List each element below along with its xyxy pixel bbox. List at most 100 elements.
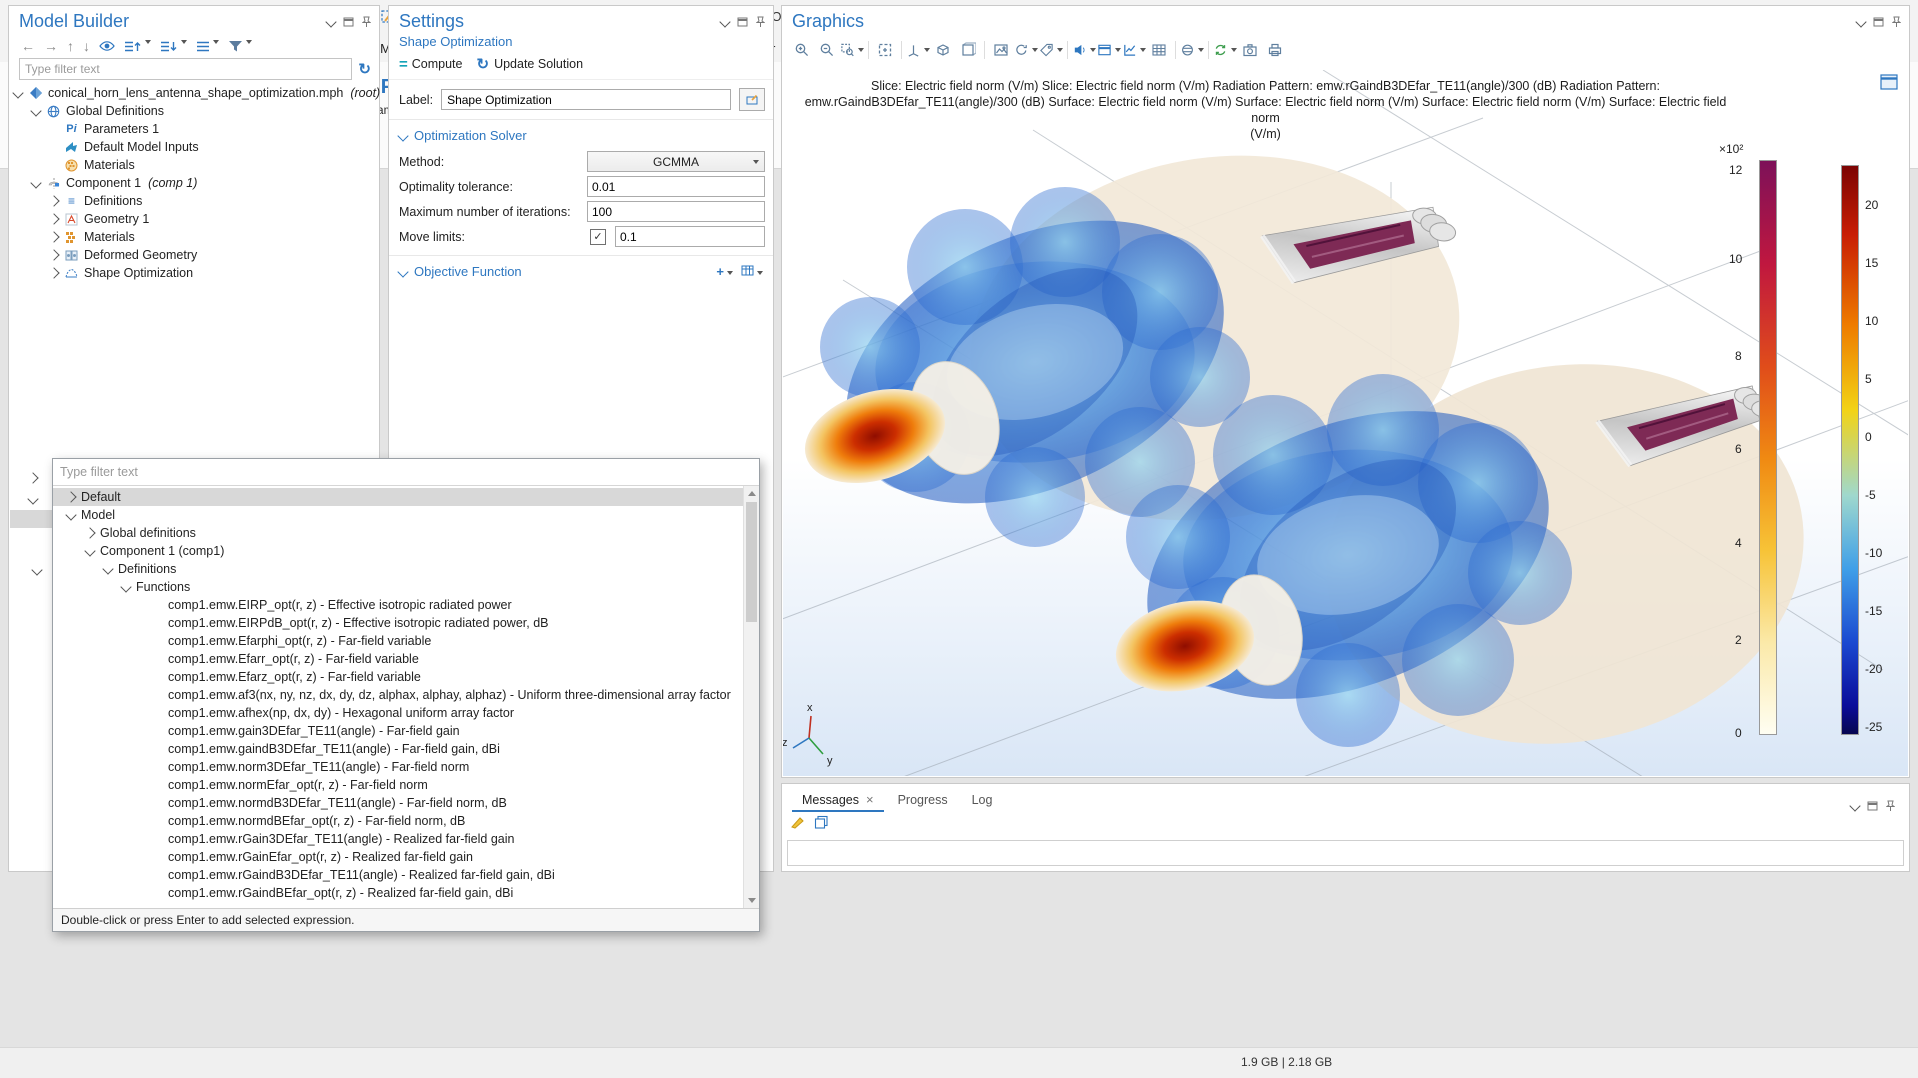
window-select-button[interactable] (1097, 38, 1121, 62)
function-item[interactable]: comp1.emw.Efarz_opt(r, z) - Far-field va… (53, 668, 759, 686)
function-item[interactable]: comp1.emw.normdBEfar_opt(r, z) - Far-fie… (53, 812, 759, 830)
function-item[interactable]: comp1.emw.normdB3DEfar_TE11(angle) - Far… (53, 794, 759, 812)
panel-pin-icon[interactable] (362, 16, 371, 28)
plot-quick-settings-icon[interactable] (1880, 74, 1898, 93)
move-limits-checkbox[interactable]: ✓ (590, 229, 606, 245)
expression-group-global-definitions[interactable]: Global definitions (53, 524, 759, 542)
section-objective-function[interactable]: Objective Function + (389, 255, 773, 285)
rotate-view-button[interactable] (1014, 38, 1038, 62)
function-item[interactable]: comp1.emw.Efarr_opt(r, z) - Far-field va… (53, 650, 759, 668)
function-item[interactable]: comp1.emw.af3(nx, ny, nz, dx, dy, dz, al… (53, 686, 759, 704)
function-item[interactable]: comp1.emw.normEfar_opt(r, z) - Far-field… (53, 776, 759, 794)
hidden-tree-expander[interactable] (27, 472, 38, 483)
tree-item-definitions[interactable]: ≡Definitions (9, 192, 379, 210)
zoom-box-button[interactable] (840, 38, 864, 62)
hidden-tree-expander[interactable] (31, 564, 42, 575)
tree-item-shape-optimization[interactable]: Shape Optimization (9, 264, 379, 282)
selection-mode-button[interactable] (1072, 38, 1096, 62)
tab-messages[interactable]: Messages× (792, 788, 884, 812)
settings-compute-button[interactable]: =Compute (399, 56, 463, 73)
messages-content[interactable] (787, 840, 1904, 866)
function-item[interactable]: comp1.emw.EIRPdB_opt(r, z) - Effective i… (53, 614, 759, 632)
close-icon[interactable]: × (866, 792, 874, 807)
panel-pin-icon[interactable] (756, 16, 765, 28)
model-builder-filter-input[interactable] (19, 58, 352, 80)
panel-collapse-icon[interactable] (325, 16, 336, 27)
expression-group-model[interactable]: Model (53, 506, 759, 524)
section-optimization-solver[interactable]: Optimization Solver (389, 120, 773, 149)
environment-button[interactable] (1180, 38, 1204, 62)
sync-view-button[interactable] (1213, 38, 1237, 62)
add-objective-icon[interactable]: + (716, 264, 733, 279)
move-down-button[interactable]: ↓ (83, 38, 90, 54)
function-item[interactable]: comp1.emw.rGain3DEfar_TE11(angle) - Real… (53, 830, 759, 848)
tree-item-deformed-geometry[interactable]: Deformed Geometry (9, 246, 379, 264)
back-button[interactable]: ← (21, 38, 35, 54)
tree-item-default-model-inputs[interactable]: Default Model Inputs (9, 138, 379, 156)
node-view-icon[interactable] (196, 40, 219, 53)
expression-group-default[interactable]: Default (53, 488, 759, 506)
panel-collapse-icon[interactable] (1855, 16, 1866, 27)
panel-collapse-icon[interactable] (1849, 800, 1860, 811)
default-view-button[interactable] (931, 38, 955, 62)
move-up-button[interactable]: ↑ (67, 38, 74, 54)
tree-item-global-definitions[interactable]: Global Definitions (9, 102, 379, 120)
panel-pin-icon[interactable] (1886, 800, 1895, 812)
function-item[interactable]: comp1.emw.gain3DEfar_TE11(angle) - Far-f… (53, 722, 759, 740)
panel-float-icon[interactable] (737, 17, 748, 27)
table-button[interactable] (1147, 38, 1171, 62)
rename-icon[interactable] (739, 88, 765, 111)
function-item[interactable]: comp1.emw.norm3DEfar_TE11(angle) - Far-f… (53, 758, 759, 776)
panel-float-icon[interactable] (1873, 17, 1884, 27)
function-item[interactable]: comp1.emw.rGainEfar_opt(r, z) - Realized… (53, 848, 759, 866)
view-orientation-button[interactable] (906, 38, 930, 62)
update-solution-button[interactable]: ↻Update Solution (477, 55, 584, 73)
zoom-in-button[interactable] (790, 38, 814, 62)
tree-item-geometry1[interactable]: Geometry 1 (9, 210, 379, 228)
graphics-viewport[interactable]: Slice: Electric field norm (V/m) Slice: … (783, 70, 1908, 776)
expression-group-component1[interactable]: Component 1 (comp1) (53, 542, 759, 560)
print-button[interactable] (1263, 38, 1287, 62)
clear-messages-icon[interactable] (790, 815, 806, 832)
show-icon[interactable] (99, 40, 115, 52)
tab-progress[interactable]: Progress (888, 789, 958, 812)
panel-float-icon[interactable] (343, 17, 354, 27)
popup-scrollbar[interactable] (743, 486, 759, 908)
tree-item-parameters[interactable]: PiParameters 1 (9, 120, 379, 138)
camera-button[interactable] (1238, 38, 1262, 62)
copy-messages-icon[interactable] (814, 815, 829, 832)
tab-log[interactable]: Log (962, 789, 1003, 812)
label-input[interactable] (441, 89, 731, 110)
expression-filter-input[interactable] (53, 459, 759, 485)
tree-item-materials-comp[interactable]: Materials (9, 228, 379, 246)
function-item[interactable]: comp1.emw.Efarphi_opt(r, z) - Far-field … (53, 632, 759, 650)
tree-item-root[interactable]: conical_horn_lens_antenna_shape_optimiza… (9, 84, 379, 102)
expression-group-definitions[interactable]: Definitions (53, 560, 759, 578)
function-item[interactable]: comp1.emw.gaindB3DEfar_TE11(angle) - Far… (53, 740, 759, 758)
filter-icon[interactable] (228, 40, 252, 53)
image-snapshot-button[interactable] (989, 38, 1013, 62)
max-iterations-input[interactable] (587, 201, 765, 222)
function-item[interactable]: comp1.emw.rGaindBEfar_opt(r, z) - Realiz… (53, 884, 759, 902)
hidden-tree-expander[interactable] (27, 493, 38, 504)
refresh-icon[interactable]: ↻ (358, 60, 371, 78)
panel-pin-icon[interactable] (1892, 16, 1901, 28)
function-item[interactable]: comp1.emw.rGaindB3DEfar_TE11(angle) - Re… (53, 866, 759, 884)
collapse-all-icon[interactable] (124, 40, 151, 53)
optimality-tolerance-input[interactable] (587, 176, 765, 197)
forward-button[interactable]: → (44, 38, 58, 54)
expand-all-icon[interactable] (160, 40, 187, 53)
method-dropdown[interactable]: GCMMA (587, 151, 765, 172)
function-item[interactable]: comp1.emw.EIRP_opt(r, z) - Effective iso… (53, 596, 759, 614)
scene-labels-button[interactable] (1039, 38, 1063, 62)
orthographic-view-button[interactable] (956, 38, 980, 62)
tree-item-component1[interactable]: Component 1(comp 1) (9, 174, 379, 192)
load-objective-icon[interactable] (741, 264, 763, 279)
panel-float-icon[interactable] (1867, 801, 1878, 811)
zoom-out-button[interactable] (815, 38, 839, 62)
move-limits-input[interactable] (615, 226, 765, 247)
zoom-extents-button[interactable] (873, 38, 897, 62)
expression-group-functions[interactable]: Functions (53, 578, 759, 596)
plot-settings-button[interactable] (1122, 38, 1146, 62)
tree-item-materials-global[interactable]: Materials (9, 156, 379, 174)
